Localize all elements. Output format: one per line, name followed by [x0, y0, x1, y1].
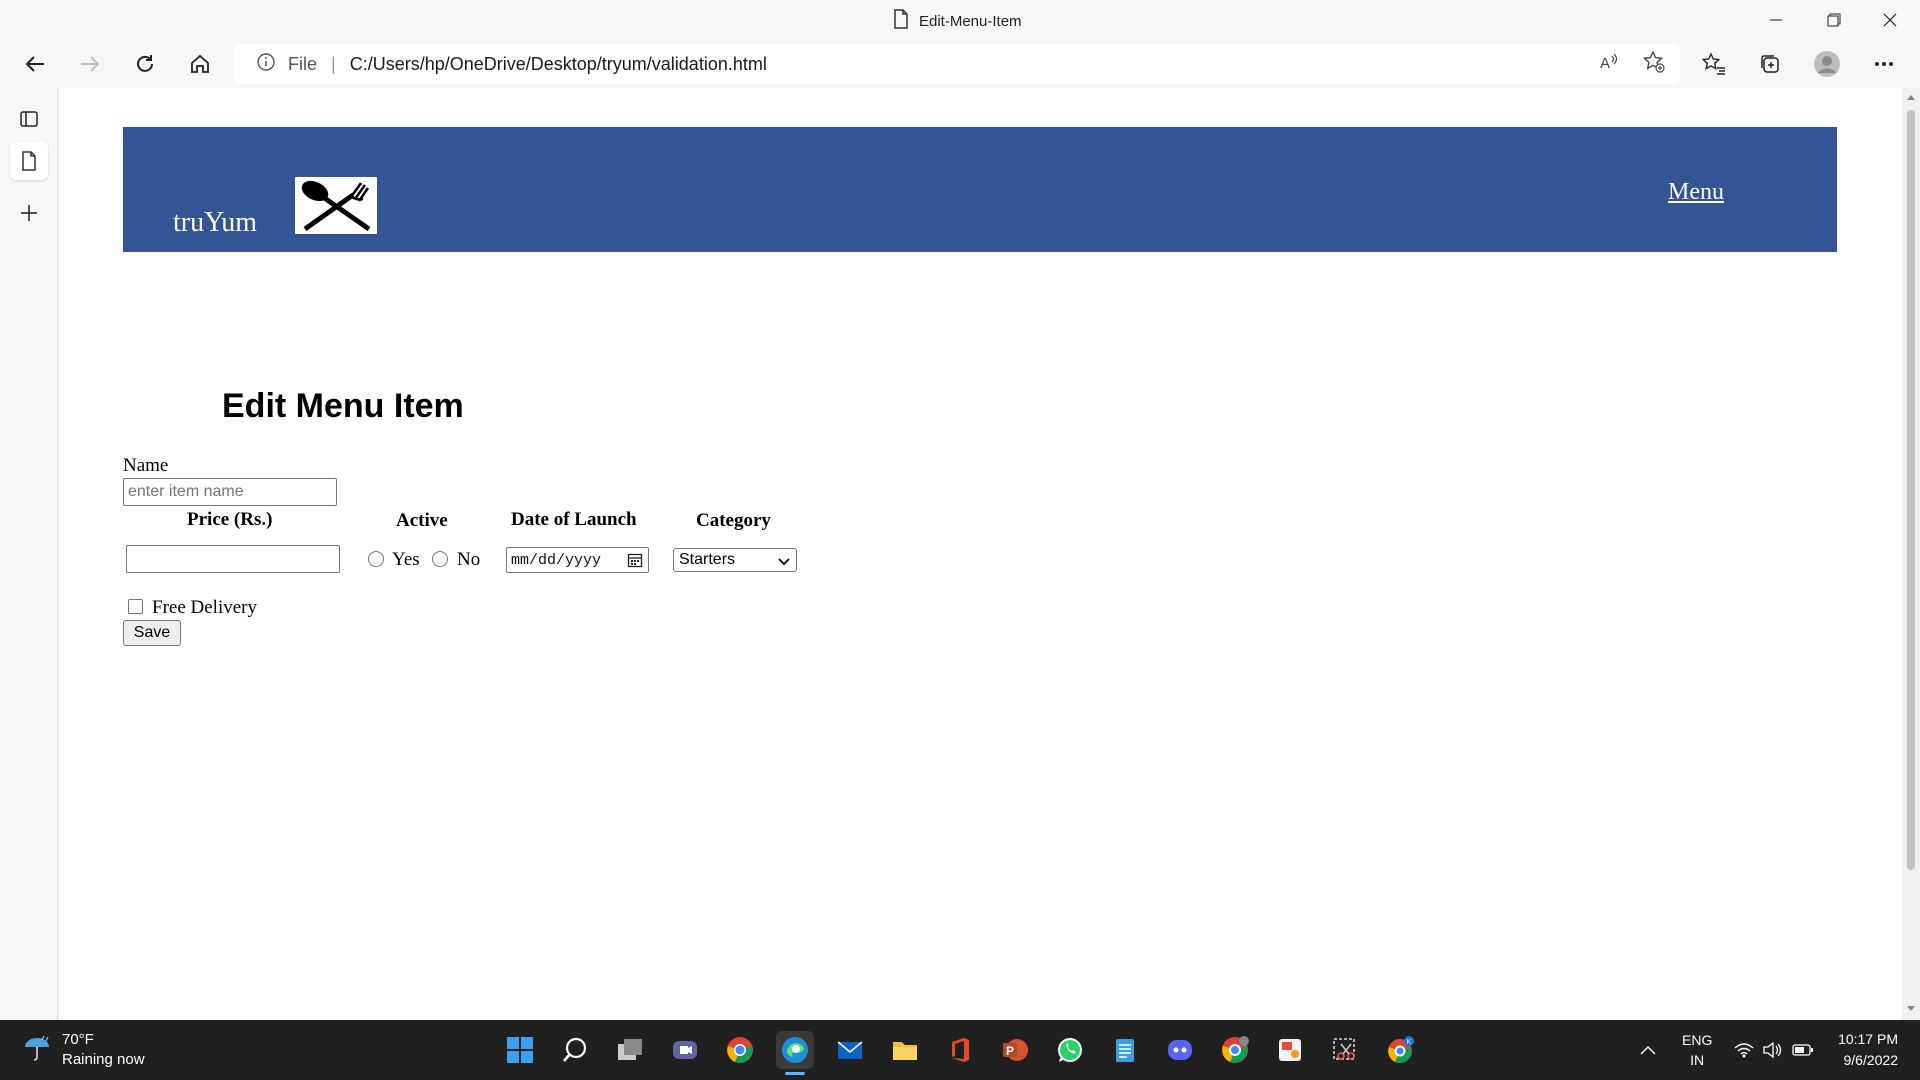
item-name-input[interactable]: enter item name	[123, 478, 337, 506]
page-icon	[893, 9, 909, 33]
language-indicator[interactable]: ENG IN	[1682, 1020, 1712, 1080]
page-viewport: truYum Menu Edit Menu Item Name enter it…	[59, 88, 1902, 1020]
active-yes-label: Yes	[392, 549, 420, 570]
name-label: Name	[123, 455, 169, 476]
scrollbar-thumb[interactable]	[1907, 110, 1915, 870]
windows-taskbar: 70°F Raining now P K ENG IN 10:17 PM 9/6…	[0, 1020, 1920, 1080]
info-icon[interactable]	[256, 52, 276, 77]
svg-text:P: P	[1006, 1044, 1014, 1058]
menu-link[interactable]: Menu	[1668, 179, 1724, 206]
cutlery-logo-icon	[295, 177, 377, 234]
read-aloud-icon[interactable]: A	[1598, 51, 1620, 78]
date-column-header: Date of Launch	[511, 509, 637, 530]
wifi-icon[interactable]	[1734, 1020, 1754, 1080]
clock-date: 9/6/2022	[1843, 1052, 1899, 1068]
edge-icon[interactable]	[776, 1031, 814, 1075]
weather-condition: Raining now	[62, 1051, 145, 1068]
minimize-button[interactable]	[1748, 0, 1804, 40]
brand-name: truYum	[173, 207, 257, 238]
collections-button[interactable]	[1750, 46, 1790, 82]
save-button[interactable]: Save	[123, 620, 181, 646]
category-select[interactable]: Starters	[673, 548, 797, 572]
chevron-down-icon	[778, 554, 790, 572]
calendar-icon[interactable]	[627, 552, 643, 573]
show-hidden-icons-chevron-icon[interactable]	[1640, 1020, 1656, 1080]
volume-icon[interactable]	[1762, 1020, 1782, 1080]
favorites-button[interactable]	[1694, 46, 1734, 82]
free-delivery-label: Free Delivery	[152, 597, 257, 618]
battery-icon[interactable]	[1792, 1020, 1814, 1080]
paint-app-icon[interactable]	[1271, 1031, 1309, 1069]
more-options-button[interactable]	[1864, 46, 1904, 82]
vertical-tabs-sidebar	[0, 88, 58, 1020]
date-placeholder: mm/dd/yyyy	[511, 551, 602, 569]
tab-actions-icon[interactable]	[10, 100, 48, 138]
back-button[interactable]	[15, 46, 55, 82]
svg-text:K: K	[1407, 1039, 1412, 1046]
language-code: ENG	[1682, 1032, 1713, 1048]
office-icon[interactable]	[941, 1031, 979, 1069]
active-column-header: Active	[396, 510, 448, 531]
clock[interactable]: 10:17 PM 9/6/2022	[1832, 1020, 1898, 1080]
launch-date-input[interactable]: mm/dd/yyyy	[506, 547, 649, 573]
page-title: Edit Menu Item	[222, 387, 464, 425]
powerpoint-icon[interactable]: P	[996, 1031, 1034, 1069]
item-name-placeholder: enter item name	[128, 483, 244, 500]
tab-title-text: Edit-Menu-Item	[919, 12, 1022, 30]
page-scrollbar[interactable]	[1902, 88, 1920, 1020]
address-bar[interactable]: File | C:/Users/hp/OneDrive/Desktop/tryu…	[234, 44, 1680, 84]
language-region: IN	[1690, 1052, 1705, 1068]
weather-widget[interactable]: 70°F Raining now	[22, 1030, 145, 1070]
close-button[interactable]	[1862, 0, 1918, 40]
address-url: C:/Users/hp/OneDrive/Desktop/tryum/valid…	[349, 53, 767, 74]
forward-button[interactable]	[70, 46, 110, 82]
mail-icon[interactable]	[831, 1031, 869, 1069]
price-input[interactable]	[126, 545, 340, 573]
window-tab[interactable]: Edit-Menu-Item	[893, 9, 1022, 33]
umbrella-rain-icon	[22, 1033, 52, 1068]
chrome-profile-icon[interactable]	[1216, 1031, 1254, 1069]
free-delivery-checkbox[interactable]	[128, 599, 143, 614]
weather-temperature: 70°F	[62, 1031, 94, 1048]
chrome-icon[interactable]	[721, 1031, 759, 1069]
search-icon[interactable]	[556, 1031, 594, 1069]
address-separator: |	[331, 53, 336, 74]
active-no-label: No	[457, 549, 481, 570]
chrome-k-profile-icon[interactable]: K	[1381, 1031, 1419, 1069]
svg-text:A: A	[1600, 55, 1610, 72]
active-no-radio[interactable]	[432, 551, 448, 567]
price-column-header: Price (Rs.)	[187, 509, 273, 530]
clock-time: 10:17 PM	[1838, 1031, 1898, 1047]
restore-button[interactable]	[1806, 0, 1862, 40]
home-button[interactable]	[180, 46, 220, 82]
start-icon[interactable]	[501, 1031, 539, 1069]
refresh-button[interactable]	[125, 46, 165, 82]
file-explorer-icon[interactable]	[886, 1031, 924, 1069]
category-column-header: Category	[696, 510, 771, 531]
task-view-icon[interactable]	[611, 1031, 649, 1069]
notepad-icon[interactable]	[1106, 1031, 1144, 1069]
browser-toolbar: File | C:/Users/hp/OneDrive/Desktop/tryu…	[0, 40, 1920, 88]
discord-icon[interactable]	[1161, 1031, 1199, 1069]
teams-chat-icon[interactable]	[666, 1031, 704, 1069]
profile-avatar[interactable]	[1807, 46, 1847, 82]
new-tab-plus-icon[interactable]	[10, 194, 48, 232]
current-tab-page-icon[interactable]	[10, 142, 48, 180]
category-selected-value: Starters	[679, 551, 736, 568]
add-favorite-icon[interactable]	[1642, 49, 1666, 79]
title-bar: Edit-Menu-Item	[0, 0, 1920, 40]
snipping-tool-icon[interactable]	[1326, 1031, 1364, 1069]
active-yes-radio[interactable]	[368, 551, 384, 567]
site-header: truYum Menu	[123, 127, 1837, 252]
address-scheme: File	[288, 53, 318, 74]
whatsapp-icon[interactable]	[1051, 1031, 1089, 1069]
